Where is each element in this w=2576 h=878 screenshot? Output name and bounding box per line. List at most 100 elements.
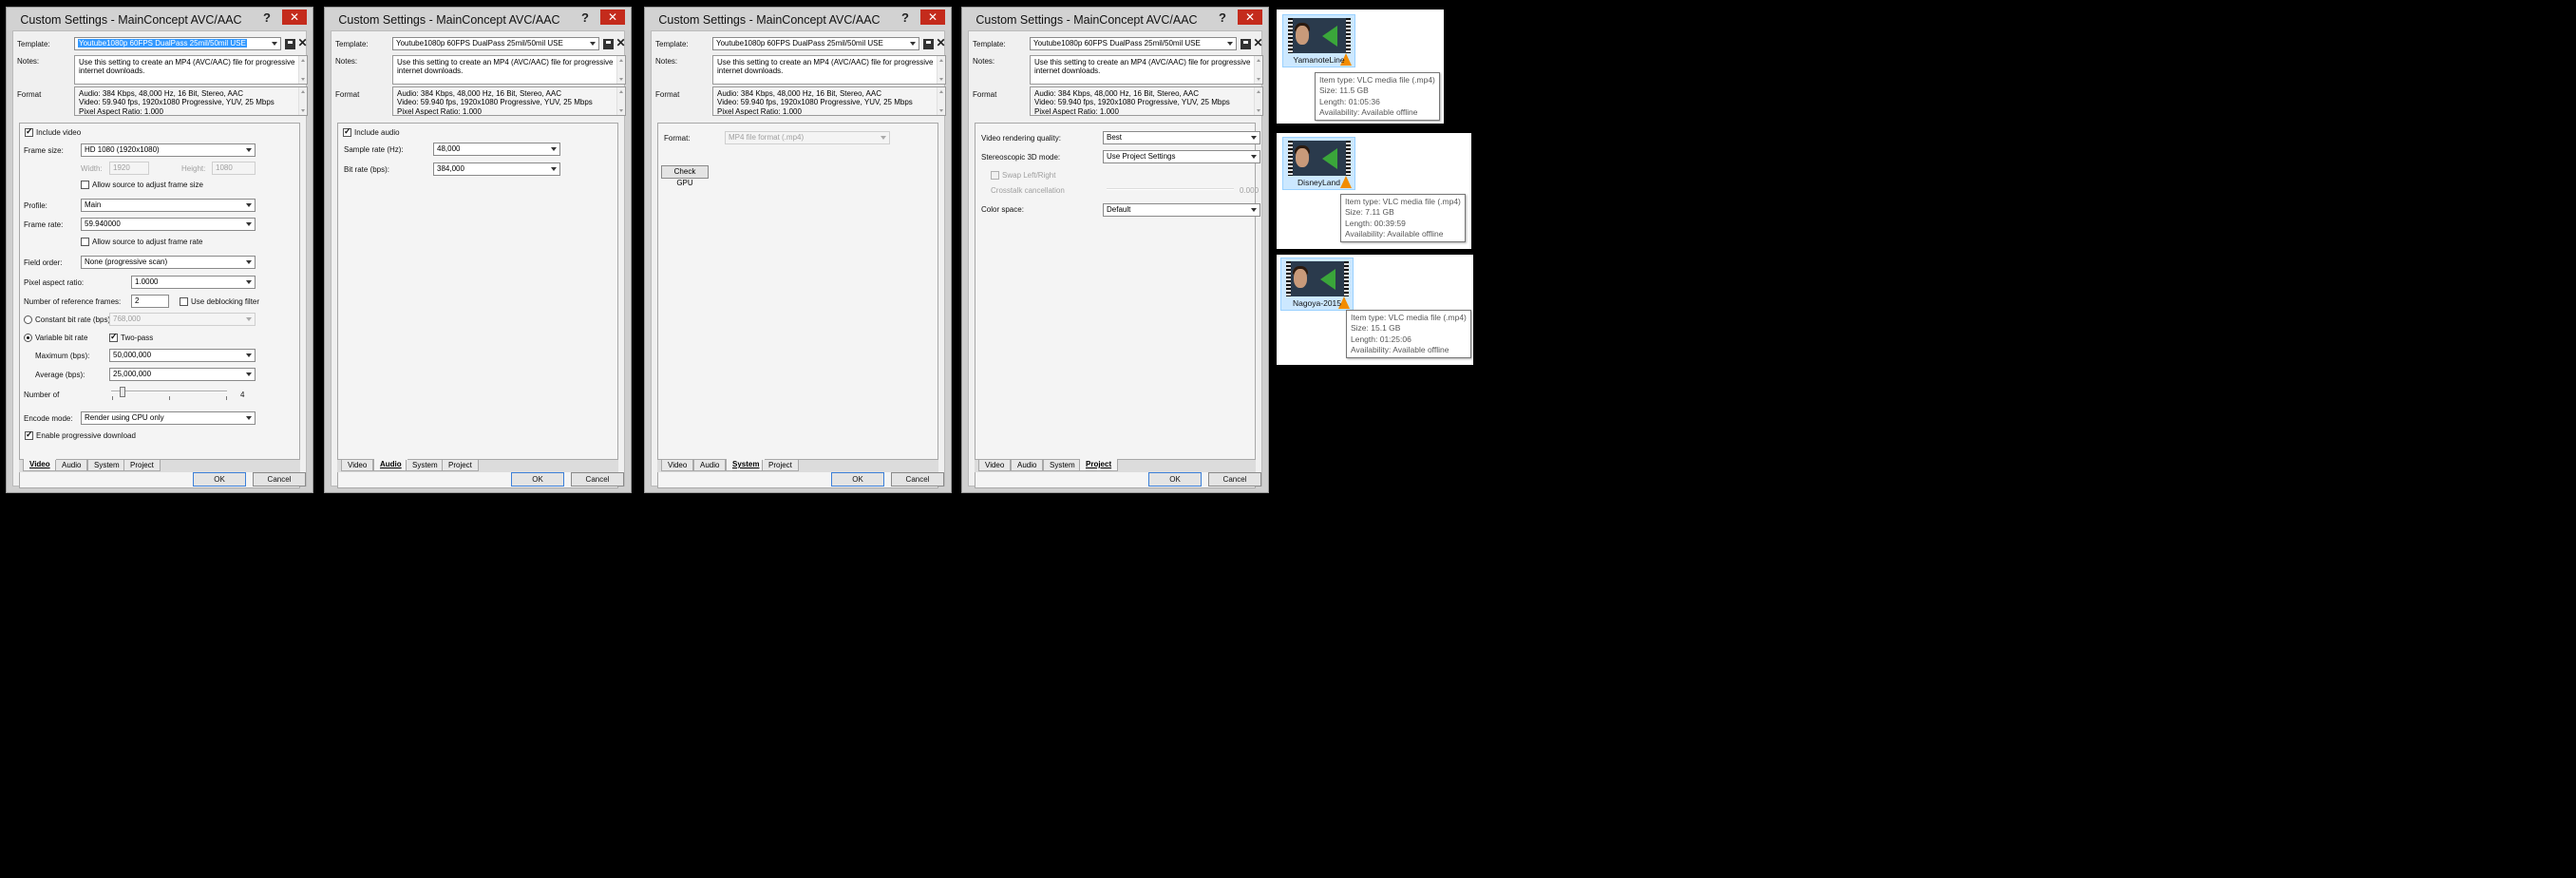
tab-video[interactable]: Video (978, 460, 1012, 471)
notes-scrollbar[interactable] (937, 56, 945, 84)
tab-project[interactable]: Project (762, 460, 799, 471)
tab-project[interactable]: Project (442, 460, 479, 471)
crosstalk-slider[interactable] (1107, 188, 1234, 190)
include-audio-checkbox[interactable] (343, 126, 351, 137)
notes-scrollbar[interactable] (298, 56, 307, 84)
allow-frame-rate-checkbox[interactable] (81, 238, 89, 246)
cbr-select[interactable]: 768,000 (109, 313, 256, 326)
tab-video[interactable]: Video (661, 460, 694, 471)
check-gpu-button[interactable]: Check GPU (661, 165, 709, 187)
file-item-yamanoteline[interactable]: YamanoteLine (1282, 14, 1355, 67)
notes-text[interactable]: Use this setting to create an MP4 (AVC/A… (1030, 55, 1263, 85)
close-button[interactable]: ✕ (920, 10, 945, 25)
file-item-nagoya-2015[interactable]: Nagoya-2015 (1280, 258, 1354, 311)
notes-text[interactable]: Use this setting to create an MP4 (AVC/A… (74, 55, 308, 85)
notes-text[interactable]: Use this setting to create an MP4 (AVC/A… (392, 55, 626, 85)
format-label: Format (973, 90, 997, 99)
tab-project[interactable]: Project (1079, 459, 1119, 471)
ref-frames-field[interactable]: 2 (131, 295, 169, 308)
save-template-icon[interactable] (603, 39, 614, 49)
tab-video[interactable]: Video (341, 460, 374, 471)
progressive-download-checkbox[interactable] (25, 429, 33, 440)
frame-size-select[interactable]: HD 1080 (1920x1080) (81, 143, 256, 157)
max-bps-select[interactable]: 50,000,000 (109, 349, 256, 362)
save-template-icon[interactable] (285, 39, 295, 49)
save-template-icon[interactable] (923, 39, 934, 49)
tab-audio[interactable]: Audio (55, 460, 88, 471)
allow-frame-size-checkbox[interactable] (81, 181, 89, 189)
help-button[interactable]: ? (581, 10, 589, 25)
notes-scrollbar[interactable] (1254, 56, 1262, 84)
sample-rate-select[interactable]: 48,000 (433, 143, 560, 156)
save-template-icon[interactable] (1241, 39, 1251, 49)
delete-template-icon[interactable]: ✕ (616, 37, 626, 48)
delete-template-icon[interactable]: ✕ (297, 37, 308, 48)
close-button[interactable]: ✕ (282, 10, 307, 25)
ok-button[interactable]: OK (193, 472, 246, 487)
notes-text[interactable]: Use this setting to create an MP4 (AVC/A… (712, 55, 946, 85)
delete-template-icon[interactable]: ✕ (936, 37, 946, 48)
titlebar[interactable]: Custom Settings - MainConcept AVC/AAC ? … (325, 8, 631, 30)
pixel-aspect-select[interactable]: 1.0000 (131, 276, 256, 289)
template-combo[interactable]: Youtube1080p 60FPS DualPass 25mil/50mil … (74, 37, 281, 50)
cancel-button[interactable]: Cancel (571, 472, 624, 487)
frame-rate-select[interactable]: 59.940000 (81, 218, 256, 231)
include-video-checkbox[interactable] (25, 126, 33, 137)
close-button[interactable]: ✕ (600, 10, 625, 25)
format-scrollbar[interactable] (616, 87, 625, 115)
template-combo[interactable]: Youtube1080p 60FPS DualPass 25mil/50mil … (1030, 37, 1237, 50)
format-scrollbar[interactable] (937, 87, 945, 115)
tab-audio[interactable]: Audio (373, 459, 408, 471)
close-button[interactable]: ✕ (1238, 10, 1262, 25)
vbr-radio[interactable] (24, 334, 32, 342)
swap-checkbox[interactable] (991, 171, 999, 180)
cancel-button[interactable]: Cancel (253, 472, 306, 487)
help-button[interactable]: ? (263, 10, 271, 25)
tab-system[interactable]: System (406, 460, 445, 471)
system-format-select[interactable]: MP4 file format (.mp4) (725, 131, 890, 144)
ok-button[interactable]: OK (1148, 472, 1202, 487)
number-of-slider-track[interactable] (111, 391, 227, 392)
deblocking-checkbox[interactable] (180, 297, 188, 306)
quality-select[interactable]: Best (1103, 131, 1260, 144)
number-of-slider-thumb[interactable] (120, 387, 126, 397)
titlebar[interactable]: Custom Settings - MainConcept AVC/AAC ? … (962, 8, 1268, 30)
tab-project[interactable]: Project (123, 460, 161, 471)
help-button[interactable]: ? (901, 10, 909, 25)
tab-system[interactable]: System (1043, 460, 1082, 471)
encode-mode-select[interactable]: Render using CPU only (81, 411, 256, 425)
stereo-select[interactable]: Use Project Settings (1103, 150, 1260, 163)
help-button[interactable]: ? (1219, 10, 1226, 25)
chevron-down-icon (551, 167, 557, 171)
ok-button[interactable]: OK (511, 472, 564, 487)
tab-system[interactable]: System (726, 459, 767, 471)
cancel-button[interactable]: Cancel (891, 472, 944, 487)
bit-rate-select[interactable]: 384,000 (433, 162, 560, 176)
ok-button[interactable]: OK (831, 472, 884, 487)
two-pass-checkbox[interactable] (109, 332, 118, 342)
file-item-disneyland[interactable]: DisneyLand (1282, 137, 1355, 190)
template-combo[interactable]: Youtube1080p 60FPS DualPass 25mil/50mil … (712, 37, 919, 50)
format-scrollbar[interactable] (1254, 87, 1262, 115)
tab-system[interactable]: System (87, 460, 126, 471)
cbr-radio[interactable] (24, 315, 32, 324)
titlebar[interactable]: Custom Settings - MainConcept AVC/AAC ? … (645, 8, 951, 30)
chevron-down-icon (246, 317, 252, 321)
avg-bps-select[interactable]: 25,000,000 (109, 368, 256, 381)
template-combo[interactable]: Youtube1080p 60FPS DualPass 25mil/50mil … (392, 37, 599, 50)
profile-select[interactable]: Main (81, 199, 256, 212)
titlebar[interactable]: Custom Settings - MainConcept AVC/AAC ? … (7, 8, 313, 30)
cancel-button[interactable]: Cancel (1208, 472, 1261, 487)
tab-video[interactable]: Video (23, 459, 57, 471)
tab-audio[interactable]: Audio (1011, 460, 1044, 471)
field-order-select[interactable]: None (progressive scan) (81, 256, 256, 269)
tab-audio[interactable]: Audio (693, 460, 727, 471)
width-field[interactable]: 1920 (109, 162, 149, 175)
chevron-down-icon (246, 222, 252, 226)
height-field[interactable]: 1080 (212, 162, 256, 175)
delete-template-icon[interactable]: ✕ (1253, 37, 1263, 48)
file-tooltip: Item type: VLC media file (.mp4) Size: 7… (1340, 194, 1466, 243)
color-space-select[interactable]: Default (1103, 203, 1260, 217)
format-scrollbar[interactable] (298, 87, 307, 115)
notes-scrollbar[interactable] (616, 56, 625, 84)
